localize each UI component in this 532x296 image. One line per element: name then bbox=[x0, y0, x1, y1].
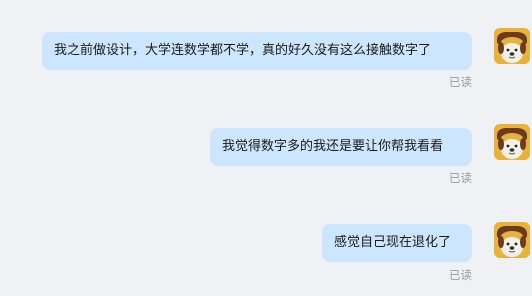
message-bubble[interactable]: 感觉自己现在退化了 bbox=[322, 224, 472, 262]
message-row: 感觉自己现在退化了 已读 bbox=[0, 220, 532, 290]
dog-avatar-icon bbox=[494, 222, 530, 258]
message-text: 我之前做设计，大学连数学都不学，真的好久没有这么接触数字了 bbox=[54, 43, 432, 58]
avatar[interactable] bbox=[494, 124, 530, 160]
read-status: 已读 bbox=[449, 268, 472, 282]
avatar[interactable] bbox=[494, 222, 530, 258]
read-status: 已读 bbox=[449, 171, 472, 185]
read-status: 已读 bbox=[449, 75, 472, 89]
avatar[interactable] bbox=[494, 28, 530, 64]
message-text: 我觉得数字多的我还是要让你帮我看看 bbox=[222, 139, 444, 154]
dog-avatar-icon bbox=[494, 124, 530, 160]
message-row: 我觉得数字多的我还是要让你帮我看看 已读 bbox=[0, 124, 532, 194]
message-row: 我之前做设计，大学连数学都不学，真的好久没有这么接触数字了 已读 bbox=[0, 28, 532, 98]
dog-avatar-icon bbox=[494, 28, 530, 64]
message-text: 感觉自己现在退化了 bbox=[334, 235, 452, 250]
message-bubble[interactable]: 我之前做设计，大学连数学都不学，真的好久没有这么接触数字了 bbox=[42, 32, 472, 70]
message-bubble[interactable]: 我觉得数字多的我还是要让你帮我看看 bbox=[210, 128, 472, 166]
